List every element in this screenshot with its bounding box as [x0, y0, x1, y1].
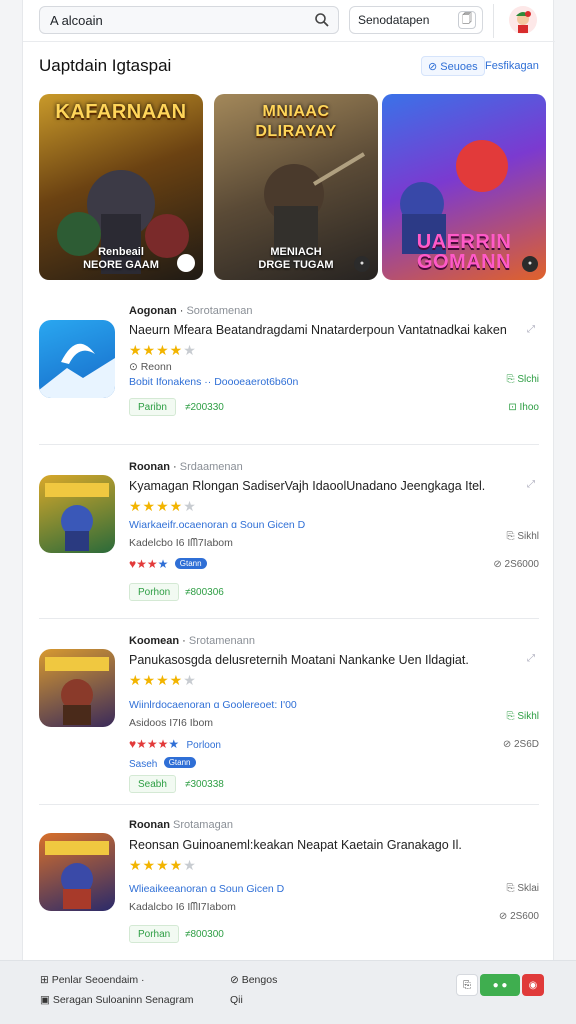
featured-banner-3[interactable]: UAERRIN GOMANN ● — [382, 94, 546, 280]
footer-link-1[interactable]: ⊞ Penlar Seoendaim · — [40, 974, 145, 986]
open-action[interactable]: ⎘ Slchi — [507, 374, 539, 385]
app-header: Aogonan · Sorotamenan — [129, 305, 253, 317]
app-size: ≠200330 — [185, 402, 224, 413]
badge-pill: Gtann — [174, 558, 207, 569]
install-button[interactable]: Paribn — [129, 398, 176, 416]
footer-link-2[interactable]: ▣ Seragan Suloaninn Senagram — [40, 994, 194, 1006]
app-icon[interactable] — [39, 833, 115, 911]
wave-icon — [39, 343, 115, 398]
section-title: Uaptdain Igtaspai — [39, 56, 172, 75]
badge-row: ♥★★★ Gtann — [129, 557, 207, 571]
badge-row-2: Saseh Gtann — [129, 756, 196, 770]
app-icon[interactable] — [39, 649, 115, 727]
download-action[interactable]: ⊘ 2S6D — [503, 739, 539, 750]
badge-label: Porloon — [186, 740, 221, 751]
banner-title: KAFARNAAN — [55, 101, 187, 123]
app-title[interactable]: Kyamagan Rlongan SadiserVajh IdaoolUnada… — [129, 479, 485, 493]
install-button[interactable]: Porhan — [129, 925, 180, 943]
share-icon[interactable]: ⤢ — [527, 324, 535, 335]
app-list: Aogonan · Sorotamenan Naeurn Mfeara Beat… — [39, 300, 539, 955]
footer-link-3[interactable]: ⊘ Bengos — [230, 974, 277, 986]
app-header: Koomean · Srotamenann — [129, 635, 255, 647]
game-character-icon — [45, 483, 109, 551]
top-bar: A alcoain Senodatapen 🗍 — [23, 0, 555, 42]
footer-link-4[interactable]: Qii — [230, 994, 243, 1006]
app-meta-info: Wiarkaeifr.ocaenoran ɑ Soun Gicen D — [129, 519, 306, 531]
list-item[interactable]: Aogonan · Sorotamenan Naeurn Mfeara Beat… — [39, 300, 539, 445]
badge-pill: Gtann — [163, 757, 196, 768]
avatar[interactable] — [509, 6, 537, 34]
main-card: A alcoain Senodatapen 🗍 Uaptdain Igtaspa… — [22, 0, 555, 962]
copy-icon[interactable]: ⎘ — [456, 974, 478, 996]
star-rating: ★★★★★ — [129, 672, 197, 688]
app-header: Roonan Srotamagan — [129, 819, 233, 831]
list-item[interactable]: Koomean · Srotamenann Panukasosgda delus… — [39, 619, 539, 805]
list-item[interactable]: Roonan · Srdaamenan Kyamagan Rlongan Sad… — [39, 445, 539, 619]
open-action[interactable]: ⎘ Sklai — [507, 883, 539, 894]
app-icon[interactable] — [39, 320, 115, 398]
app-header: Roonan · Srdaamenan — [129, 461, 243, 473]
banner-indicator-dot[interactable] — [177, 254, 195, 272]
app-meta-location: ⊙ Reonn — [129, 361, 172, 373]
open-action[interactable]: ⎘ Sikhl — [507, 531, 539, 542]
trash-icon[interactable]: 🗍 — [458, 11, 476, 29]
featured-banner-2[interactable]: MNIAAC DLIRAYAY MENIACH DRGE TUGAM ● — [214, 94, 378, 280]
app-meta-info: Wlieaikeeanoran ɑ Soun Gicen D — [129, 883, 285, 895]
banner-caption: Renbeail NEORE GAAM — [83, 246, 159, 271]
banner-caption: MENIACH DRGE TUGAM — [258, 246, 334, 271]
search-input[interactable]: A alcoain — [39, 6, 339, 34]
toggle-green-icon[interactable]: ● ● — [480, 974, 520, 996]
app-meta-details: Kadelcbo I6 Iᗰ7Iabom — [129, 537, 233, 549]
star-rating: ★★★★★ — [129, 498, 197, 514]
list-item[interactable]: Roonan Srotamagan Reonsan Guinoaneml:kea… — [39, 805, 539, 955]
open-action[interactable]: ⎘ Sikhl — [507, 711, 539, 722]
share-icon[interactable]: ⤢ — [527, 653, 535, 664]
app-meta-details: Kadalcbo I6 IᗰI7Iabom — [129, 901, 236, 913]
app-meta-info: Bobit Ifonakens ·· Doooeaerot6b60n — [129, 376, 299, 388]
banner-title: UAERRIN GOMANN — [416, 231, 512, 273]
download-action[interactable]: ⊘ 2S6000 — [493, 559, 539, 570]
app-title[interactable]: Naeurn Mfeara Beatandragdami Nnatarderpo… — [129, 323, 507, 337]
download-action[interactable]: ⊘ 2S600 — [499, 911, 539, 922]
app-size: ≠300338 — [185, 779, 224, 790]
rating-badge-icon: ● — [522, 256, 538, 272]
featured-banner-1[interactable]: KAFARNAAN Renbeail NEORE GAAM — [39, 94, 203, 280]
game-character-icon — [45, 841, 109, 909]
share-icon[interactable]: ⤢ — [527, 479, 535, 490]
app-icon[interactable] — [39, 475, 115, 553]
app-meta-info: Wiinlrdocaenoran ɑ Goolereoet: I'00 — [129, 699, 297, 711]
game-character-icon — [45, 657, 109, 725]
app-size: ≠800306 — [185, 587, 224, 598]
install-button[interactable]: Porhon — [129, 583, 180, 601]
badge-row: ♥★★★★ Porloon — [129, 737, 221, 751]
app-size: ≠800300 — [185, 929, 224, 940]
secondary-field-value: Senodatapen — [358, 13, 430, 27]
secondary-field[interactable]: Senodatapen 🗍 — [349, 6, 483, 34]
record-icon[interactable]: ◉ — [522, 974, 544, 996]
avatar-character-icon — [509, 6, 537, 34]
banner-title: MNIAAC DLIRAYAY — [255, 103, 337, 140]
install-button[interactable]: Seabh — [129, 775, 176, 793]
filter-chip[interactable]: ⊘ Seuoes — [421, 56, 485, 76]
app-title[interactable]: Reonsan Guinoaneml:keakan Neapat Kaetain… — [129, 838, 462, 852]
divider — [493, 4, 494, 38]
star-rating: ★★★★★ — [129, 857, 197, 873]
see-all-link[interactable]: Fesfikagan — [479, 56, 545, 76]
rating-badge-icon: ● — [354, 256, 370, 272]
app-meta-details: Asidoos I7I6 Ibom — [129, 717, 214, 729]
search-icon[interactable] — [314, 12, 330, 28]
download-action[interactable]: ⊡ Ihoo — [508, 402, 539, 413]
search-value: A alcoain — [50, 12, 103, 28]
star-rating: ★★★★★ — [129, 342, 197, 358]
app-title[interactable]: Panukasosgda delusreternih Moatani Nanka… — [129, 653, 469, 667]
